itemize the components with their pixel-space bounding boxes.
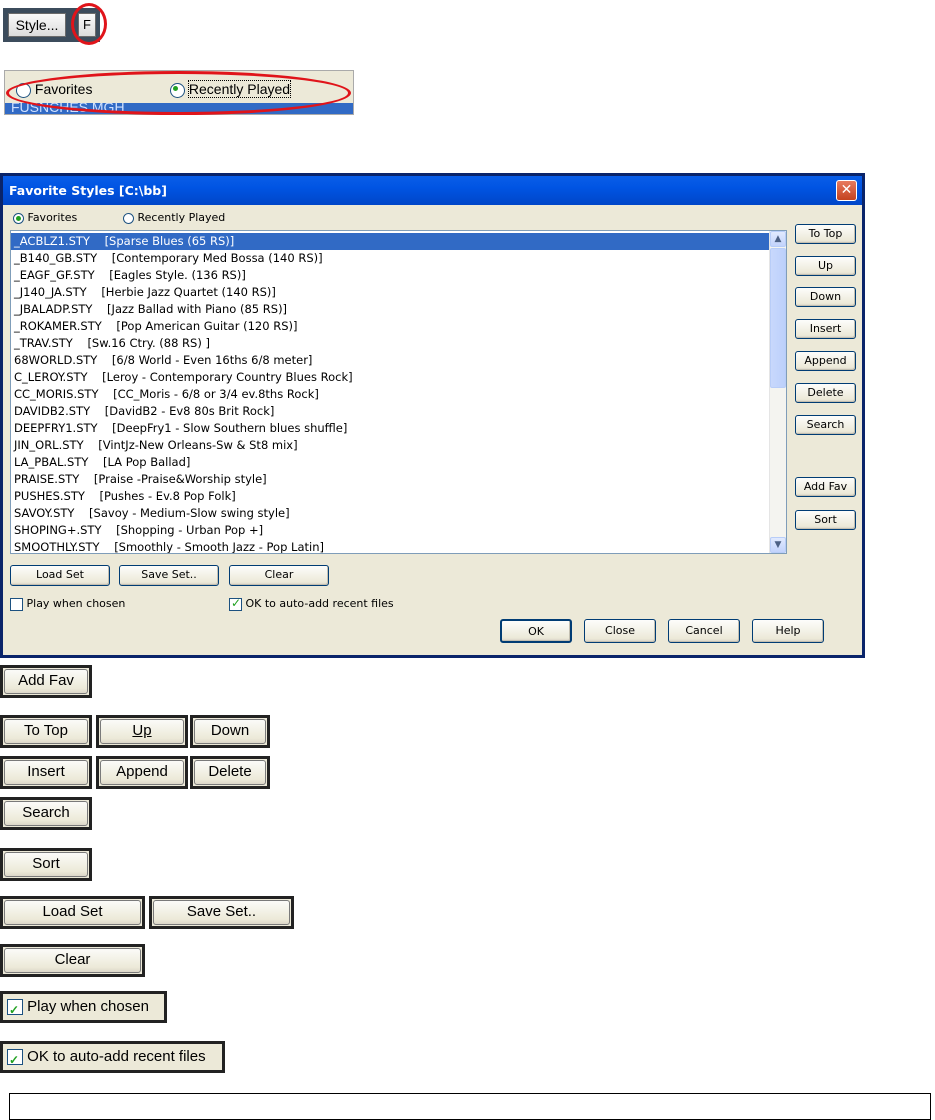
- list-item[interactable]: _J140_JA.STY [Herbie Jazz Quartet (140 R…: [11, 284, 769, 301]
- search-button[interactable]: Search: [795, 415, 856, 435]
- down-button[interactable]: Down: [795, 287, 856, 307]
- callout-append-button[interactable]: Append: [96, 756, 188, 789]
- list-item[interactable]: DEEPFRY1.STY [DeepFry1 - Slow Southern b…: [11, 420, 769, 437]
- style-button[interactable]: Style...: [8, 13, 66, 37]
- checkbox-label: OK to auto-add recent files: [245, 597, 394, 610]
- up-button[interactable]: Up: [795, 256, 856, 276]
- radio-label: Favorites: [27, 211, 78, 224]
- callout-sort-button[interactable]: Sort: [0, 848, 92, 881]
- callout-down-button[interactable]: Down: [190, 715, 270, 748]
- empty-text-frame: [9, 1093, 931, 1120]
- favorite-styles-dialog: Favorite Styles [C:\bb] ✕ Favorites Rece…: [0, 173, 865, 658]
- radio-label: Recently Played: [137, 211, 226, 224]
- checkbox-label: Play when chosen: [26, 597, 126, 610]
- load-set-button[interactable]: Load Set: [10, 565, 110, 586]
- callout-add-fav-button[interactable]: Add Fav: [0, 665, 92, 698]
- list-item[interactable]: CC_MORIS.STY [CC_Moris - 6/8 or 3/4 ev.8…: [11, 386, 769, 403]
- scroll-down-icon[interactable]: ▼: [770, 537, 786, 553]
- radio-circle: [123, 212, 134, 224]
- callout-play-when-chosen-checkbox[interactable]: Play when chosen: [0, 991, 167, 1023]
- callout-search-button[interactable]: Search: [0, 797, 92, 830]
- list-item[interactable]: _TRAV.STY [Sw.16 Ctry. (88 RS) ]: [11, 335, 769, 352]
- scroll-thumb[interactable]: [770, 248, 786, 388]
- callout-ok-auto-add-checkbox[interactable]: OK to auto-add recent files: [0, 1041, 225, 1073]
- list-item[interactable]: LA_PBAL.STY [LA Pop Ballad]: [11, 454, 769, 471]
- list-item[interactable]: PRAISE.STY [Praise -Praise&Worship style…: [11, 471, 769, 488]
- list-rows: _ACBLZ1.STY [Sparse Blues (65 RS)] _B140_…: [11, 233, 769, 553]
- cancel-button[interactable]: Cancel: [668, 619, 740, 643]
- radio-favorites[interactable]: Favorites: [13, 211, 77, 224]
- styles-list[interactable]: _ACBLZ1.STY [Sparse Blues (65 RS)] _B140_…: [10, 230, 787, 554]
- close-button[interactable]: Close: [584, 619, 656, 643]
- add-fav-button[interactable]: Add Fav: [795, 477, 856, 497]
- callout-insert-button[interactable]: Insert: [0, 756, 92, 789]
- list-item[interactable]: C_LEROY.STY [Leroy - Contemporary Countr…: [11, 369, 769, 386]
- play-when-chosen-checkbox[interactable]: Play when chosen: [10, 597, 125, 611]
- callout-clear-button[interactable]: Clear: [0, 944, 145, 977]
- clear-button[interactable]: Clear: [229, 565, 329, 586]
- dialog-title: Favorite Styles [C:\bb]: [9, 183, 167, 198]
- list-item[interactable]: _ACBLZ1.STY [Sparse Blues (65 RS)]: [11, 233, 769, 250]
- callout-to-top-button[interactable]: To Top: [0, 715, 92, 748]
- highlight-circle: [71, 3, 107, 45]
- callout-delete-button[interactable]: Delete: [190, 756, 270, 789]
- delete-button[interactable]: Delete: [795, 383, 856, 403]
- radio-circle: [13, 212, 24, 224]
- scrollbar[interactable]: ▲ ▼: [769, 231, 786, 553]
- callout-load-set-button[interactable]: Load Set: [0, 896, 145, 929]
- list-item[interactable]: 68WORLD.STY [6/8 World - Even 16ths 6/8 …: [11, 352, 769, 369]
- list-item[interactable]: SMOOTHLY.STY [Smoothly - Smooth Jazz - P…: [11, 539, 769, 553]
- radio-recently-played[interactable]: Recently Played: [123, 211, 225, 224]
- close-icon: ✕: [840, 182, 853, 198]
- checkbox-label: OK to auto-add recent files: [27, 1048, 206, 1065]
- scroll-up-icon[interactable]: ▲: [770, 231, 786, 247]
- list-item[interactable]: SHOPING+.STY [Shopping - Urban Pop +]: [11, 522, 769, 539]
- ok-auto-add-checkbox[interactable]: OK to auto-add recent files: [229, 596, 394, 611]
- help-button[interactable]: Help: [752, 619, 824, 643]
- checkbox-box: [7, 1047, 23, 1073]
- list-item[interactable]: _JBALADP.STY [Jazz Ballad with Piano (85…: [11, 301, 769, 318]
- list-item[interactable]: DAVIDB2.STY [DavidB2 - Ev8 80s Brit Rock…: [11, 403, 769, 420]
- append-button[interactable]: Append: [795, 351, 856, 371]
- checkbox-label: Play when chosen: [27, 998, 149, 1015]
- title-bar[interactable]: Favorite Styles [C:\bb] ✕: [3, 176, 862, 205]
- list-item[interactable]: _B140_GB.STY [Contemporary Med Bossa (14…: [11, 250, 769, 267]
- style-snippet: Style... F: [0, 0, 112, 48]
- list-item[interactable]: _ROKAMER.STY [Pop American Guitar (120 R…: [11, 318, 769, 335]
- save-set-button[interactable]: Save Set..: [119, 565, 219, 586]
- to-top-button[interactable]: To Top: [795, 224, 856, 244]
- radio-snippet: FUSNCHES MGH Favorites Recently Played: [0, 68, 360, 120]
- ok-button[interactable]: OK: [500, 619, 572, 643]
- insert-button[interactable]: Insert: [795, 319, 856, 339]
- close-window-button[interactable]: ✕: [836, 180, 857, 201]
- highlight-ellipse: [6, 71, 351, 115]
- checkbox-box: [229, 596, 242, 611]
- callout-up-button[interactable]: Up: [96, 715, 188, 748]
- list-item[interactable]: _EAGF_GF.STY [Eagles Style. (136 RS)]: [11, 267, 769, 284]
- callout-save-set-button[interactable]: Save Set..: [149, 896, 294, 929]
- list-item[interactable]: SAVOY.STY [Savoy - Medium-Slow swing sty…: [11, 505, 769, 522]
- checkbox-box: [10, 597, 23, 611]
- checkbox-box: [7, 997, 23, 1023]
- list-item[interactable]: PUSHES.STY [Pushes - Ev.8 Pop Folk]: [11, 488, 769, 505]
- list-item[interactable]: JIN_ORL.STY [VintJz-New Orleans-Sw & St8…: [11, 437, 769, 454]
- sort-button[interactable]: Sort: [795, 510, 856, 530]
